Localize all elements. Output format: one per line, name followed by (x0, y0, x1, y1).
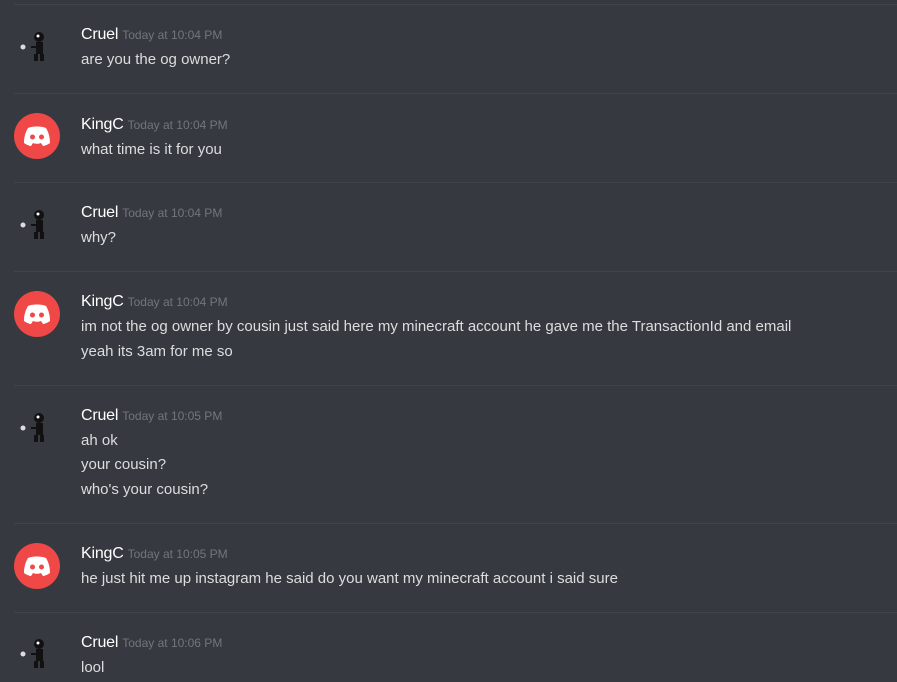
timestamp: Today at 10:04 PM (127, 118, 228, 132)
username[interactable]: KingC (81, 293, 124, 310)
timestamp: Today at 10:05 PM (122, 409, 223, 423)
message-divider (14, 4, 897, 5)
message-text: yeah its 3am for me so (81, 343, 233, 360)
message-divider (14, 523, 897, 524)
username[interactable]: Cruel (81, 26, 118, 43)
discord-logo-icon[interactable] (14, 113, 60, 159)
message-text: what time is it for you (81, 141, 222, 158)
message-header: Cruel Today at 10:05 PM (81, 407, 222, 427)
discord-logo-icon[interactable] (14, 291, 60, 337)
message-text: ah ok (81, 432, 118, 449)
timestamp: Today at 10:04 PM (122, 206, 223, 220)
timestamp: Today at 10:04 PM (127, 295, 228, 309)
message-header: Cruel Today at 10:06 PM (81, 634, 222, 654)
message-header: KingC Today at 10:04 PM (81, 293, 228, 313)
timestamp: Today at 10:05 PM (127, 547, 228, 561)
figure-avatar-icon[interactable] (14, 632, 60, 678)
figure-avatar-icon[interactable] (14, 25, 60, 71)
message-divider (14, 182, 897, 183)
message-text: he just hit me up instagram he said do y… (81, 570, 618, 587)
message-header: KingC Today at 10:05 PM (81, 545, 228, 565)
timestamp: Today at 10:04 PM (122, 28, 223, 42)
message-text: lool (81, 659, 105, 676)
figure-avatar-icon[interactable] (14, 406, 60, 452)
username[interactable]: KingC (81, 545, 124, 562)
message-divider (14, 271, 897, 272)
message-divider (14, 385, 897, 386)
username[interactable]: Cruel (81, 204, 118, 221)
message-header: Cruel Today at 10:04 PM (81, 26, 222, 46)
figure-avatar-icon[interactable] (14, 203, 60, 249)
message-text: who's your cousin? (81, 481, 209, 498)
username[interactable]: Cruel (81, 634, 118, 651)
message-header: Cruel Today at 10:04 PM (81, 204, 222, 224)
message-text: your cousin? (81, 456, 167, 473)
message-divider (14, 612, 897, 613)
message-text: are you the og owner? (81, 51, 231, 68)
chat-messages-area: Cruel Today at 10:04 PM are you the og ow… (0, 0, 897, 682)
message-divider (14, 93, 897, 94)
username[interactable]: KingC (81, 116, 124, 133)
message-text: why? (81, 229, 117, 246)
message-text: im not the og owner by cousin just said … (81, 318, 792, 335)
timestamp: Today at 10:06 PM (122, 636, 223, 650)
username[interactable]: Cruel (81, 407, 118, 424)
message-header: KingC Today at 10:04 PM (81, 116, 228, 136)
discord-logo-icon[interactable] (14, 543, 60, 589)
